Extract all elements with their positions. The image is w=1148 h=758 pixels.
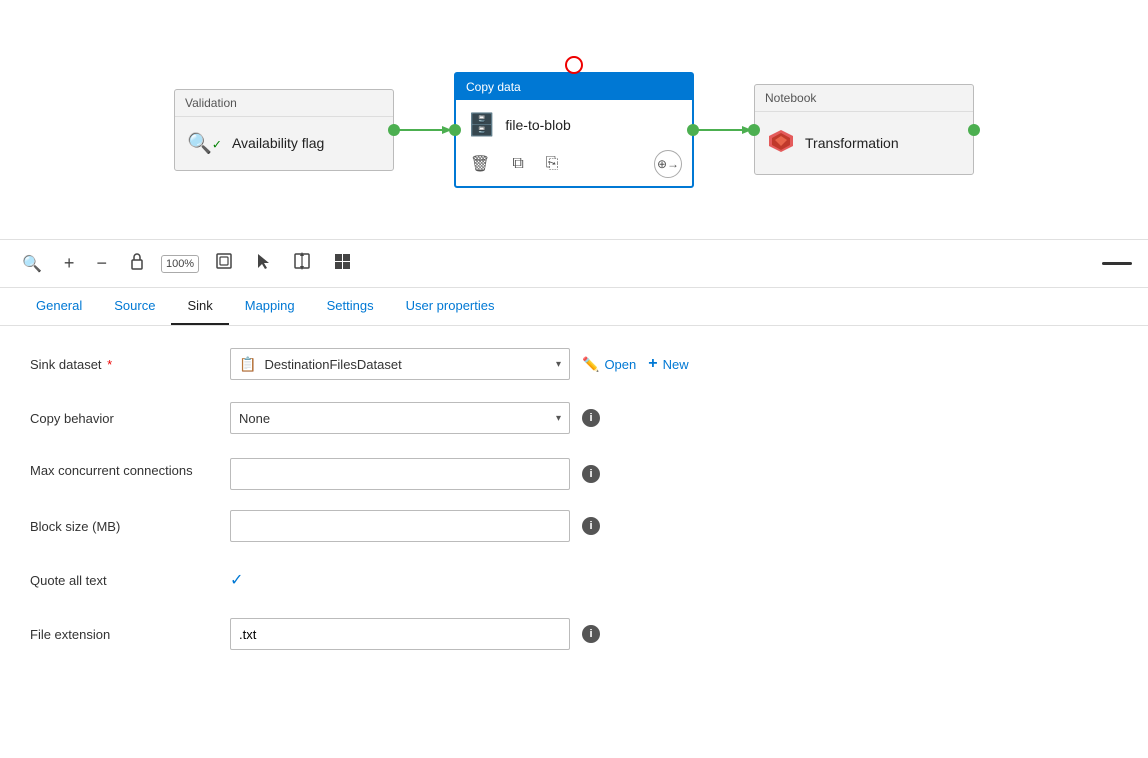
tab-source[interactable]: Source [98, 288, 171, 325]
canvas-toolbar: 🔍 + − 100% [0, 240, 1148, 288]
copy-behavior-chevron: ▾ [556, 413, 561, 424]
max-concurrent-input[interactable] [230, 458, 570, 490]
copy-node-btn[interactable]: ⧉ [508, 153, 527, 175]
lock-btn[interactable] [123, 248, 151, 279]
minus-btn[interactable]: − [90, 249, 113, 278]
max-concurrent-info: i [582, 465, 600, 483]
sink-dataset-row: Sink dataset * 📋 DestinationFilesDataset… [30, 346, 1118, 382]
validation-node-header: Validation [175, 90, 393, 117]
sink-dataset-chevron: ▾ [556, 359, 561, 370]
required-star: * [104, 357, 113, 372]
pipeline-wrapper: Validation 🔍✓ Availability flag Copy dat… [174, 42, 974, 198]
copy-data-node[interactable]: Copy data 🗄️ file-to-blob 🗑 ⧉ ⎘ ⊕→ [454, 72, 694, 188]
notebook-icon [767, 126, 795, 160]
file-extension-info: i [582, 625, 600, 643]
sink-dataset-control: 📋 DestinationFilesDataset ▾ ✏️ Open + Ne… [230, 348, 689, 380]
copy-data-toolbar: 🗑 ⧉ ⎘ ⊕→ [456, 146, 692, 186]
copy-data-node-label: file-to-blob [505, 117, 570, 133]
block-size-info: i [582, 517, 600, 535]
copy-behavior-row: Copy behavior None ▾ i [30, 400, 1118, 436]
copy-behavior-value: None [239, 411, 270, 426]
notebook-node-label: Transformation [805, 135, 899, 151]
copy-data-node-header: Copy data [456, 74, 692, 100]
validation-node[interactable]: Validation 🔍✓ Availability flag [174, 89, 394, 171]
resize-btn[interactable] [287, 248, 317, 279]
copy-data-left-connector [449, 124, 461, 136]
max-concurrent-label: Max concurrent connections [30, 458, 230, 480]
validation-node-body: 🔍✓ Availability flag [175, 117, 393, 170]
tab-mapping[interactable]: Mapping [229, 288, 311, 325]
validation-icon: 🔍✓ [187, 131, 222, 156]
notebook-node-header: Notebook [755, 85, 973, 112]
max-concurrent-row: Max concurrent connections i [30, 454, 1118, 490]
file-extension-input[interactable] [230, 618, 570, 650]
sink-dataset-dropdown[interactable]: 📋 DestinationFilesDataset ▾ [230, 348, 570, 380]
detail-tabs: General Source Sink Mapping Settings Use… [0, 288, 1148, 326]
dataset-icon: 📋 [239, 356, 256, 373]
select-btn[interactable] [249, 248, 277, 279]
file-extension-label: File extension [30, 627, 230, 642]
delete-node-btn[interactable]: 🗑 [466, 152, 494, 176]
copy-data-icon: 🗄️ [468, 112, 495, 138]
tab-general[interactable]: General [20, 288, 98, 325]
notebook-left-connector [748, 124, 760, 136]
tab-settings[interactable]: Settings [311, 288, 390, 325]
file-extension-control: i [230, 618, 600, 650]
quote-all-text-checkmark[interactable]: ✓ [230, 570, 243, 590]
block-size-input[interactable] [230, 510, 570, 542]
notebook-node-body: Transformation [755, 112, 973, 174]
zoom-100-btn[interactable]: 100% [161, 255, 199, 273]
copy-data-node-body: 🗄️ file-to-blob [456, 100, 692, 146]
validation-node-label: Availability flag [232, 135, 324, 151]
block-size-row: Block size (MB) i [30, 508, 1118, 544]
new-dataset-link[interactable]: + New [648, 355, 688, 373]
tab-sink[interactable]: Sink [171, 288, 228, 325]
layers-btn[interactable] [327, 248, 357, 279]
file-extension-row: File extension i [30, 616, 1118, 652]
block-size-label: Block size (MB) [30, 519, 230, 534]
search-btn[interactable]: 🔍 [16, 250, 48, 278]
sink-dataset-value: DestinationFilesDataset [264, 357, 401, 372]
forward-node-btn[interactable]: ⊕→ [654, 150, 682, 178]
notebook-node[interactable]: Notebook Transformation [754, 84, 974, 175]
tab-user-properties[interactable]: User properties [390, 288, 511, 325]
panel-resize-handle[interactable] [1102, 262, 1132, 265]
plus-icon: + [648, 355, 657, 373]
error-indicator [565, 56, 583, 74]
copy-behavior-control: None ▾ i [230, 402, 600, 434]
pipeline-canvas: Validation 🔍✓ Availability flag Copy dat… [0, 0, 1148, 240]
arrow-2 [694, 120, 754, 140]
fit-btn[interactable] [209, 248, 239, 279]
block-size-control: i [230, 510, 600, 542]
arrow-1 [394, 120, 454, 140]
quote-all-text-label: Quote all text [30, 573, 230, 588]
quote-all-text-row: Quote all text ✓ [30, 562, 1118, 598]
copy-behavior-dropdown[interactable]: None ▾ [230, 402, 570, 434]
clone-node-btn[interactable]: ⎘ [542, 153, 563, 175]
max-concurrent-control: i [230, 458, 600, 490]
notebook-right-connector [968, 124, 980, 136]
sink-dataset-label: Sink dataset * [30, 357, 230, 372]
pencil-icon: ✏️ [582, 356, 599, 373]
copy-behavior-info: i [582, 409, 600, 427]
quote-all-text-control: ✓ [230, 570, 243, 590]
add-btn[interactable]: + [58, 249, 81, 278]
sink-form: Sink dataset * 📋 DestinationFilesDataset… [0, 326, 1148, 690]
open-dataset-link[interactable]: ✏️ Open [582, 356, 636, 373]
copy-behavior-label: Copy behavior [30, 411, 230, 426]
